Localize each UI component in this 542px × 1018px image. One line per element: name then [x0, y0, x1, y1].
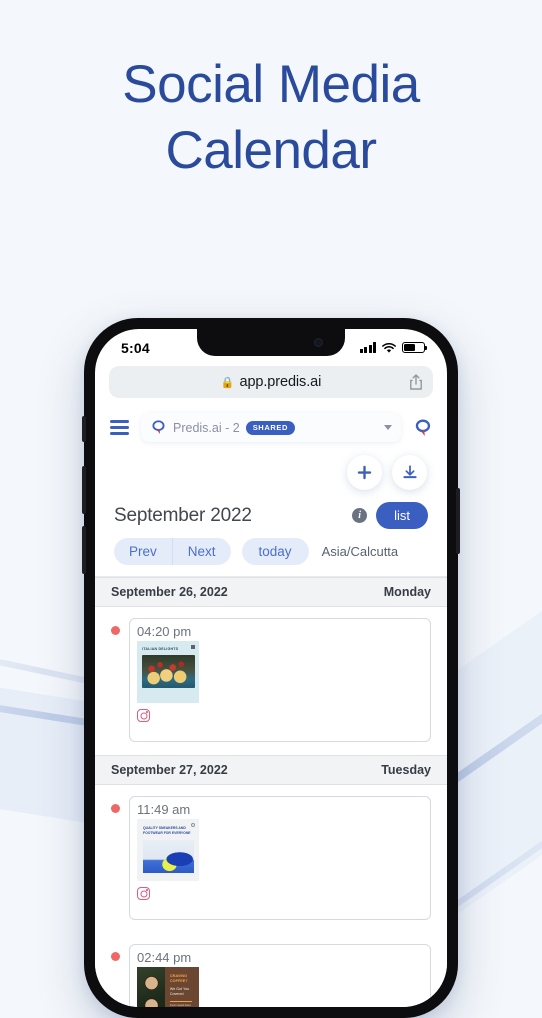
page-title: Social Media Calendar	[0, 52, 542, 184]
phone-mute-button[interactable]	[82, 416, 86, 442]
instagram-icon	[137, 709, 150, 722]
timezone-label: Asia/Calcutta	[321, 544, 399, 559]
day-header: September 27, 2022 Tuesday	[95, 755, 447, 785]
post-image	[142, 655, 195, 688]
status-bar-clock: 5:04	[121, 339, 150, 356]
phone-volume-up-button[interactable]	[82, 466, 86, 514]
post-thumbnail[interactable]: QUALITY SNEAKERS AND FOOTWEAR FOR EVERYO…	[137, 819, 199, 881]
shared-badge: SHARED	[245, 420, 295, 435]
download-icon	[402, 464, 417, 478]
event-time: 04:20 pm	[137, 624, 192, 639]
event-time: 11:49 am	[137, 802, 191, 817]
predis-logo-icon	[415, 418, 431, 436]
phone-screen: 5:04 🔒 app.predis.ai Predis.ai - 2 SHARE…	[95, 329, 447, 1007]
post-image	[143, 840, 194, 873]
calendar-navigation: Prev Next today Asia/Calcutta	[95, 529, 447, 576]
calendar-event-list: September 26, 2022 Monday 04:20 pm ITALI…	[95, 576, 447, 1007]
more-options-icon[interactable]	[191, 823, 195, 827]
phone-power-button[interactable]	[456, 488, 460, 554]
hamburger-menu-icon[interactable]	[110, 420, 129, 435]
event-row[interactable]: 04:20 pm ITALIAN DELIGHTS	[95, 607, 447, 755]
post-body: Fresh roasted beans brewed daily for you…	[169, 1005, 191, 1007]
brand-logo[interactable]	[413, 418, 433, 438]
chevron-down-icon[interactable]	[384, 425, 392, 430]
event-card[interactable]: 04:20 pm ITALIAN DELIGHTS	[129, 618, 431, 742]
event-card[interactable]: 11:49 am QUALITY SNEAKERS AND FOOTWEAR F…	[129, 796, 431, 920]
cellular-signal-icon	[359, 342, 376, 353]
day-date: September 27, 2022	[111, 763, 228, 777]
view-list-button[interactable]: list	[376, 502, 428, 529]
battery-icon	[402, 341, 427, 354]
event-row[interactable]: 02:44 pm CRAVING COFFEE? We Got You Cove…	[95, 933, 447, 1007]
event-time: 02:44 pm	[137, 950, 192, 965]
post-headline: We Got You Covered	[169, 987, 190, 996]
day-weekday: Monday	[383, 585, 431, 599]
url-bar[interactable]: 🔒 app.predis.ai	[109, 366, 433, 398]
day-weekday: Tuesday	[381, 763, 431, 777]
share-icon[interactable]	[409, 374, 423, 391]
status-bar: 5:04	[95, 329, 447, 362]
prev-button[interactable]: Prev	[114, 538, 172, 565]
app-header: Predis.ai - 2 SHARED	[95, 406, 447, 445]
download-button[interactable]	[392, 455, 427, 490]
today-button[interactable]: today	[241, 538, 309, 565]
post-headline: ITALIAN DELIGHTS	[142, 647, 179, 651]
instagram-icon	[137, 887, 150, 900]
calendar-month-label: September 2022	[114, 504, 252, 526]
post-headline: QUALITY SNEAKERS AND FOOTWEAR FOR EVERYO…	[143, 826, 191, 835]
post-kicker: CRAVING COFFEE?	[169, 974, 188, 983]
event-status-dot	[111, 952, 120, 961]
day-header: September 26, 2022 Monday	[95, 577, 447, 607]
title-line-2: Calendar	[165, 121, 377, 180]
browser-chrome: 🔒 app.predis.ai	[95, 362, 447, 406]
event-status-dot	[111, 804, 120, 813]
event-row[interactable]: 11:49 am QUALITY SNEAKERS AND FOOTWEAR F…	[95, 785, 447, 933]
calendar-toolbar: September 2022 i list	[95, 490, 447, 529]
event-card[interactable]: 02:44 pm CRAVING COFFEE? We Got You Cove…	[129, 944, 431, 1007]
plus-icon	[357, 465, 372, 480]
add-post-button[interactable]	[347, 455, 382, 490]
title-line-1: Social Media	[122, 55, 420, 114]
post-image	[137, 967, 165, 1007]
post-thumbnail[interactable]: CRAVING COFFEE? We Got You Covered Fresh…	[137, 967, 199, 1007]
info-icon[interactable]: i	[352, 508, 368, 523]
day-date: September 26, 2022	[111, 585, 228, 599]
phone-mockup: 5:04 🔒 app.predis.ai Predis.ai - 2 SHARE…	[82, 318, 460, 1018]
event-status-dot	[111, 626, 120, 635]
wifi-icon	[382, 342, 396, 353]
lock-icon: 🔒	[220, 376, 235, 389]
phone-volume-down-button[interactable]	[82, 526, 86, 574]
more-options-icon[interactable]	[191, 645, 195, 649]
workspace-selector[interactable]: Predis.ai - 2 SHARED	[141, 413, 401, 442]
predis-logo-icon	[152, 420, 165, 435]
url-text: app.predis.ai	[239, 374, 322, 390]
next-button[interactable]: Next	[171, 538, 231, 565]
action-buttons	[95, 445, 447, 490]
workspace-name: Predis.ai - 2	[173, 420, 240, 435]
post-thumbnail[interactable]: ITALIAN DELIGHTS	[137, 641, 199, 703]
